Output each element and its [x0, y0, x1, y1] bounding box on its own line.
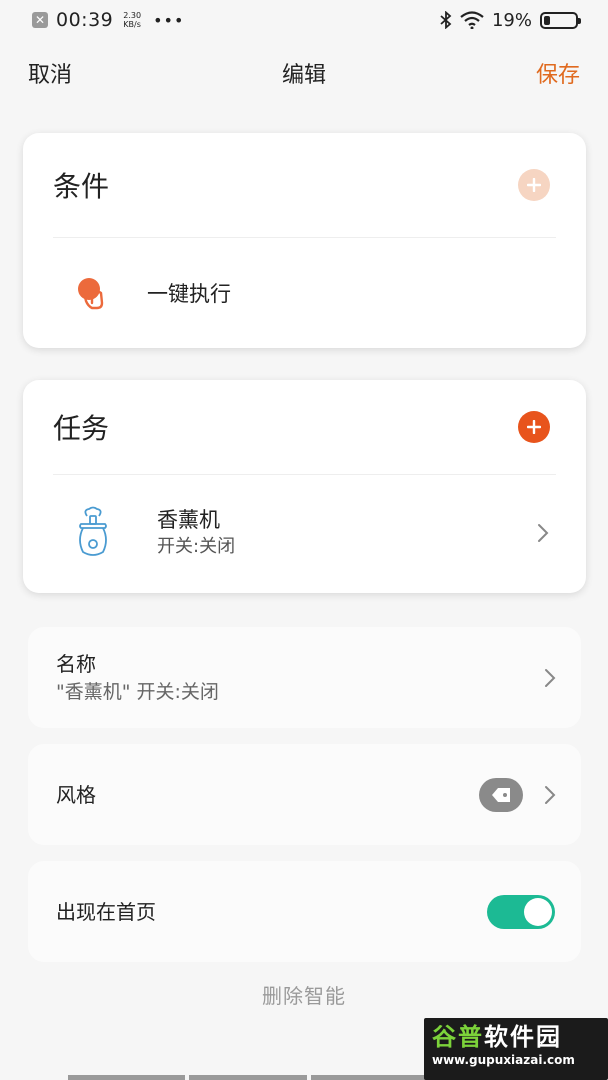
name-label: 名称 — [56, 651, 96, 676]
tap-hand-icon — [78, 278, 104, 310]
add-condition-icon[interactable] — [518, 169, 550, 201]
tasks-title: 任务 — [53, 412, 110, 445]
battery-level — [544, 15, 550, 25]
style-setting-row[interactable]: 风格 — [28, 744, 581, 845]
homepage-label: 出现在首页 — [56, 899, 156, 924]
homepage-setting-row: 出现在首页 — [28, 861, 581, 962]
battery-icon — [540, 11, 581, 29]
save-button[interactable]: 保存 — [536, 57, 580, 89]
condition-item[interactable]: 一键执行 — [23, 238, 586, 348]
conditions-title: 条件 — [53, 170, 110, 203]
status-bar: ✕ 00:39 2.30 KB/s ••• 19% — [0, 0, 608, 40]
bluetooth-icon — [440, 11, 452, 29]
wifi-icon — [460, 11, 484, 29]
conditions-card: 条件 一键执行 — [23, 133, 586, 348]
page-title: 编辑 — [281, 63, 326, 88]
tag-icon — [479, 777, 523, 812]
toggle-knob — [524, 897, 552, 926]
style-label: 风格 — [56, 782, 96, 807]
homepage-toggle[interactable] — [487, 894, 555, 929]
more-notifications-icon: ••• — [153, 10, 185, 30]
name-setting-row[interactable]: 名称 "香薰机" 开关:关闭 — [28, 627, 581, 728]
condition-label: 一键执行 — [147, 282, 231, 306]
network-speed: 2.30 KB/s — [123, 11, 142, 29]
task-name: 香薰机 — [157, 508, 220, 532]
task-item[interactable]: 香薰机 开关:关闭 — [23, 475, 586, 591]
close-notification-icon: ✕ — [32, 12, 48, 28]
name-value: "香薰机" 开关:关闭 — [56, 680, 219, 703]
watermark-logo: 谷普软件园 www.gupuxiazai.com — [424, 1018, 608, 1080]
cancel-button[interactable]: 取消 — [28, 57, 72, 89]
task-status: 开关:关闭 — [157, 536, 236, 557]
status-time: 00:39 — [56, 9, 114, 31]
battery-percent: 19% — [491, 9, 532, 31]
chevron-right-icon — [538, 524, 549, 542]
chevron-right-icon — [545, 668, 556, 687]
delete-button[interactable]: 删除智能 — [0, 980, 608, 1009]
tasks-card: 任务 香薰机 开关:关闭 — [23, 380, 586, 593]
bottom-bar — [68, 1075, 428, 1080]
add-task-icon[interactable] — [518, 411, 550, 443]
nav-bar: 取消 编辑 保存 — [0, 50, 608, 96]
chevron-right-icon — [545, 785, 556, 804]
aroma-diffuser-icon — [79, 506, 107, 556]
